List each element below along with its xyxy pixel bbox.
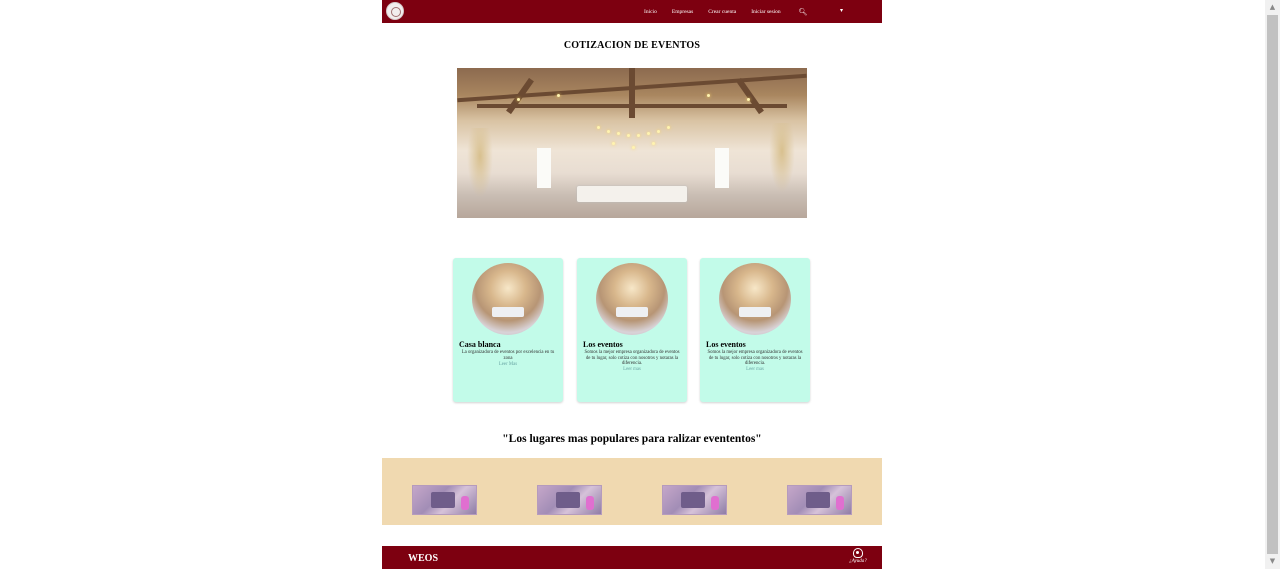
card-casa-blanca: Casa blanca La organizadora de eventos p… <box>453 258 563 402</box>
scroll-up-arrow-icon[interactable]: ▲ <box>1265 0 1280 15</box>
card-image <box>596 263 668 335</box>
help-label: ¿Ayuda? <box>849 559 867 564</box>
banquet-table <box>577 186 687 202</box>
logo[interactable] <box>386 2 404 20</box>
page-title: COTIZACION DE EVENTOS <box>563 40 701 51</box>
nav-link-empresas[interactable]: Empresas <box>672 9 693 15</box>
read-more-link[interactable]: Leer mas <box>582 367 682 373</box>
card-los-eventos-2: Los eventos Somos la mejor empresa organ… <box>700 258 810 402</box>
nav-link-crear-cuenta[interactable]: Crear cuenta <box>708 9 736 15</box>
card-text: Somos la mejor empresa organizadora de e… <box>705 350 805 373</box>
help-button[interactable]: ¿Ayuda? <box>848 548 868 568</box>
card-title: Los eventos <box>706 340 746 349</box>
card-title: Casa blanca <box>459 340 501 349</box>
gallery-image[interactable] <box>787 485 852 515</box>
read-more-link[interactable]: Leer Mas <box>458 362 558 368</box>
card-description: La organizadora de eventos por excelenci… <box>461 350 555 361</box>
nav-links: Inicio Empresas Crear cuenta Iniciar ses… <box>644 0 808 23</box>
scroll-down-arrow-icon[interactable]: ▼ <box>1265 554 1280 569</box>
help-icon <box>853 548 863 558</box>
nav-link-iniciar-sesion[interactable]: Iniciar sesion <box>751 9 780 15</box>
gallery-image[interactable] <box>537 485 602 515</box>
navbar: Inicio Empresas Crear cuenta Iniciar ses… <box>382 0 882 23</box>
card-title: Los eventos <box>583 340 623 349</box>
scrollbar-thumb[interactable] <box>1267 15 1278 554</box>
caret-down-icon[interactable]: ▾ <box>840 7 843 14</box>
page-container: Inicio Empresas Crear cuenta Iniciar ses… <box>382 0 882 569</box>
gallery-image[interactable] <box>412 485 477 515</box>
hero-image <box>457 68 807 218</box>
read-more-link[interactable]: Leer mas <box>705 367 805 373</box>
card-text: La organizadora de eventos por excelenci… <box>458 350 558 367</box>
gallery-image[interactable] <box>662 485 727 515</box>
popular-places-gallery <box>382 458 882 525</box>
vertical-scrollbar[interactable]: ▲ ▼ <box>1265 0 1280 569</box>
card-image <box>472 263 544 335</box>
card-description: Somos la mejor empresa organizadora de e… <box>584 350 680 367</box>
card-text: Somos la mejor empresa organizadora de e… <box>582 350 682 373</box>
footer: WEOS ¿Ayuda? <box>382 546 882 569</box>
card-image <box>719 263 791 335</box>
popular-places-title: "Los lugares mas populares para ralizar … <box>502 433 762 445</box>
card-description: Somos la mejor empresa organizadora de e… <box>707 350 803 367</box>
nav-link-inicio[interactable]: Inicio <box>644 9 657 15</box>
card-los-eventos: Los eventos Somos la mejor empresa organ… <box>577 258 687 402</box>
footer-brand: WEOS <box>408 553 439 564</box>
search-icon[interactable]: 🔍︎ <box>799 8 808 16</box>
